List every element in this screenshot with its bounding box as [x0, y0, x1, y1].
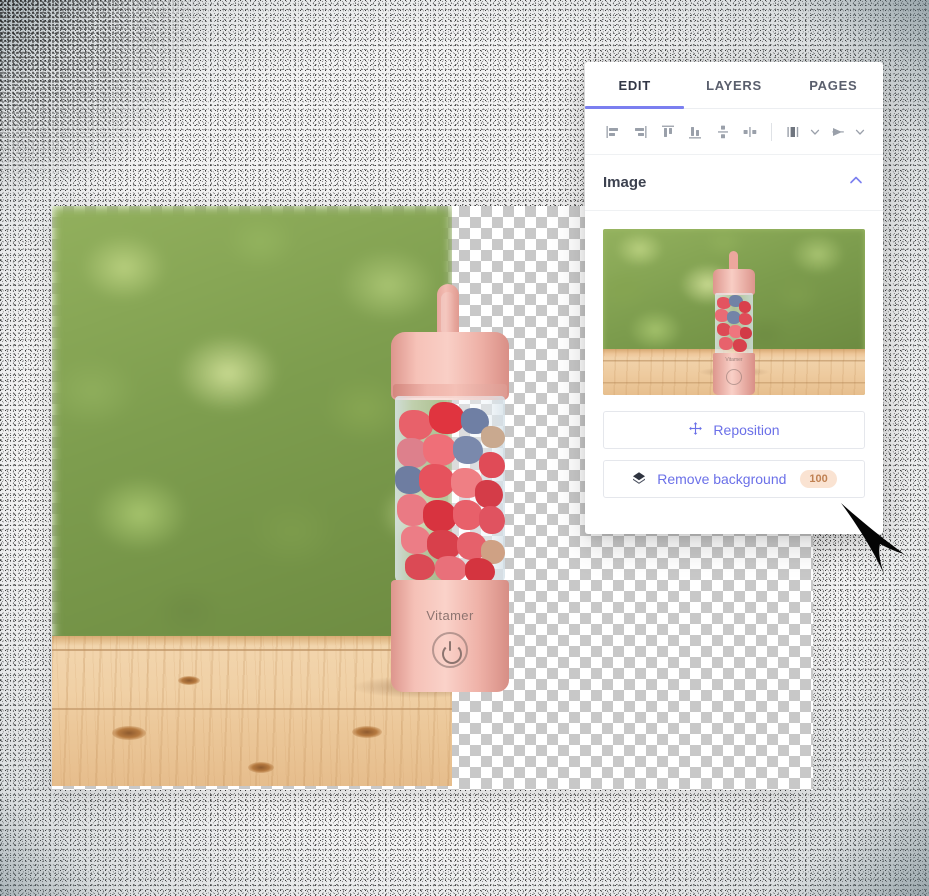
alignment-toolbar [585, 109, 883, 155]
berry-strawberry [429, 402, 465, 434]
power-button-icon [432, 632, 468, 668]
align-top-icon[interactable] [654, 118, 681, 146]
blender-jar [395, 396, 505, 584]
berry [733, 339, 747, 352]
berry-strawberry [423, 500, 457, 532]
image-thumbnail-wrapper: Vitamer [585, 211, 883, 395]
noise-texture-dark-corner [0, 0, 260, 240]
thumbnail-lid [713, 269, 755, 295]
tab-pages-label: PAGES [809, 77, 858, 93]
remove-background-label: Remove background [657, 471, 787, 487]
berry [740, 327, 752, 339]
berry-chunk [481, 426, 505, 448]
berry-strawberry [423, 434, 457, 466]
columns-icon[interactable] [779, 118, 806, 146]
reposition-label: Reposition [713, 422, 780, 438]
layers-diamond-icon [631, 470, 647, 489]
thumbnail-power-icon [726, 369, 742, 385]
tab-layers-label: LAYERS [706, 77, 762, 93]
align-right-icon[interactable] [626, 118, 653, 146]
section-title: Image [603, 174, 647, 191]
toolbar-divider [770, 122, 772, 141]
berry [739, 313, 752, 325]
move-icon [688, 421, 703, 439]
product-blender[interactable]: Vitamer [385, 284, 515, 694]
distribute-vertical-icon[interactable] [709, 118, 736, 146]
berry [719, 337, 733, 350]
berry [739, 301, 751, 313]
thumbnail-base: Vitamer [713, 353, 755, 395]
wood-knot [248, 762, 274, 773]
image-actions: Reposition Remove background 100 [585, 395, 883, 498]
berry-strawberry [479, 452, 505, 478]
image-thumbnail[interactable]: Vitamer [603, 229, 865, 395]
tab-pages[interactable]: PAGES [784, 62, 883, 108]
berry-strawberry [405, 554, 435, 580]
chevron-down-icon[interactable] [806, 118, 824, 146]
remove-background-credit-badge: 100 [800, 470, 837, 488]
remove-background-button[interactable]: Remove background 100 [603, 460, 865, 498]
berry-strawberry [435, 556, 467, 582]
tab-layers[interactable]: LAYERS [684, 62, 783, 108]
chevron-down-icon-2[interactable] [851, 118, 869, 146]
reposition-button[interactable]: Reposition [603, 411, 865, 449]
wood-knot [178, 676, 200, 685]
chevron-up-icon[interactable] [847, 171, 865, 194]
tab-edit-label: EDIT [618, 77, 651, 93]
align-left-icon[interactable] [599, 118, 626, 146]
berry-strawberry [475, 480, 503, 508]
thumbnail-jar [715, 293, 753, 357]
berry-strawberry [479, 506, 505, 534]
thumbnail-brand-text: Vitamer [725, 357, 743, 363]
align-bottom-icon[interactable] [681, 118, 708, 146]
distribute-horizontal-icon[interactable] [736, 118, 763, 146]
flip-icon[interactable] [824, 118, 851, 146]
image-section-header[interactable]: Image [585, 155, 883, 211]
berry-strawberry [419, 464, 455, 498]
blender-brand-text: Vitamer [426, 608, 474, 623]
wood-knot [352, 726, 382, 738]
panel-tabs: EDIT LAYERS PAGES [585, 62, 883, 109]
blender-base: Vitamer [391, 580, 509, 692]
editor-side-panel: EDIT LAYERS PAGES Image Vitamer Repositi… [585, 62, 883, 534]
wood-knot [112, 726, 146, 740]
tab-edit[interactable]: EDIT [585, 62, 685, 109]
thumbnail-product-blender: Vitamer [711, 251, 757, 395]
